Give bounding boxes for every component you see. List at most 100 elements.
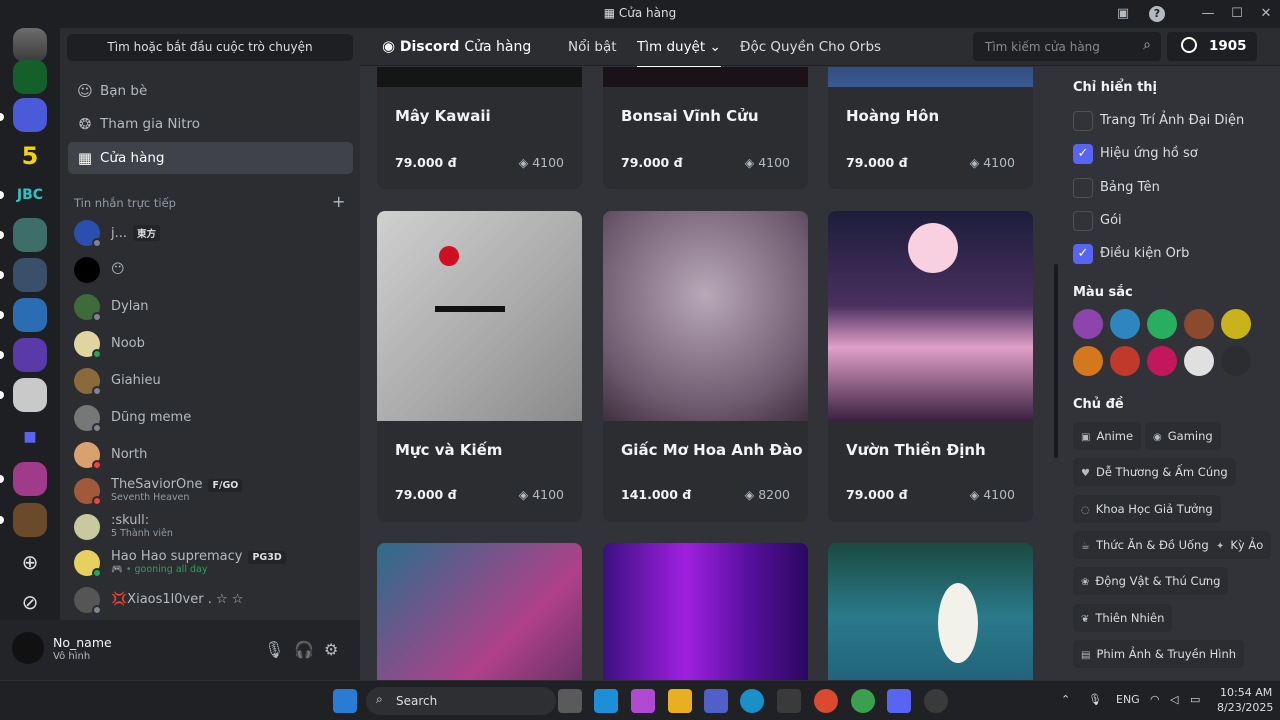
server-icon[interactable]	[13, 338, 47, 372]
theme-tag[interactable]: ♥ Dễ Thương & Ấm Cúng	[1073, 458, 1236, 486]
theme-tag[interactable]: ❦ Thiên Nhiên	[1073, 604, 1173, 632]
color-swatch[interactable]	[1221, 346, 1251, 376]
chrome-icon[interactable]	[814, 689, 838, 713]
filter-checkbox[interactable]: Gói	[1073, 210, 1273, 232]
theme-tag[interactable]: ◉ Gaming	[1145, 422, 1221, 450]
discord-taskbar-icon[interactable]	[887, 689, 911, 713]
color-swatch[interactable]	[1073, 346, 1103, 376]
app-icon[interactable]	[594, 689, 618, 713]
theme-tag[interactable]: ▤ Phim Ảnh & Truyền Hình	[1073, 640, 1245, 668]
folder-icon[interactable]: ■	[13, 420, 47, 454]
shop-logo[interactable]: ◉ Discord Cửa hàng	[382, 37, 531, 55]
dm-item[interactable]: Hao Hao supremacy PG3D 🎮 • gooning all day	[74, 548, 344, 582]
theme-tag[interactable]: ✦ Kỳ Ảo	[1208, 531, 1272, 559]
edge-icon[interactable]	[740, 689, 764, 713]
server-icon[interactable]	[13, 298, 47, 332]
headphones-icon[interactable]: 🎧	[294, 640, 314, 659]
chrome-profile-icon[interactable]	[851, 689, 875, 713]
dm-item[interactable]: Giahieu	[74, 366, 344, 400]
minimize-icon[interactable]: —	[1198, 4, 1218, 24]
add-server-icon[interactable]: ⊕	[13, 545, 47, 579]
copilot-icon[interactable]	[631, 689, 655, 713]
color-swatch[interactable]	[1147, 309, 1177, 339]
tab-featured[interactable]: Nổi bật	[568, 39, 617, 55]
server-icon[interactable]	[13, 98, 47, 132]
shop-card[interactable]	[377, 543, 582, 680]
dm-item[interactable]: Dũng meme	[74, 403, 344, 437]
color-swatch[interactable]	[1184, 346, 1214, 376]
battery-icon[interactable]: ▭	[1190, 693, 1200, 706]
server-icon[interactable]	[13, 258, 47, 292]
filter-checkbox[interactable]: Trang Trí Ảnh Đại Diện	[1073, 110, 1273, 132]
maximize-icon[interactable]: ☐	[1227, 4, 1247, 24]
app-icon[interactable]	[924, 689, 948, 713]
filter-checkbox[interactable]: ✓ Hiệu ứng hồ sơ	[1073, 143, 1273, 165]
dm-item[interactable]: Noob	[74, 329, 344, 363]
orbs-balance[interactable]: 1905	[1167, 32, 1257, 61]
scrollbar[interactable]	[1054, 264, 1058, 458]
shop-card[interactable]: Mực và Kiếm 79.000 đ 4100	[377, 211, 582, 522]
dm-item[interactable]: 😶	[74, 255, 344, 289]
microphone-icon[interactable]: 🎙	[264, 640, 284, 659]
server-icon[interactable]: JBC	[13, 178, 47, 212]
server-icon[interactable]	[13, 28, 47, 62]
dm-item[interactable]: Dylan	[74, 292, 344, 326]
nav-shop[interactable]: ▦ Cửa hàng	[68, 142, 353, 174]
dm-item[interactable]: j... 東方	[74, 218, 344, 252]
shop-card[interactable]: Mây Kawaii 79.000 đ 4100	[377, 67, 582, 189]
dm-item[interactable]: :skull: 5 Thành viên	[74, 512, 344, 546]
server-icon[interactable]	[13, 378, 47, 412]
find-conversation-button[interactable]: Tìm hoặc bắt đầu cuộc trò chuyện	[67, 34, 353, 61]
server-icon[interactable]	[13, 462, 47, 496]
color-swatch[interactable]	[1184, 309, 1214, 339]
shop-card[interactable]: Giấc Mơ Hoa Anh Đào 141.000 đ 8200	[603, 211, 808, 522]
color-swatch[interactable]	[1221, 309, 1251, 339]
color-swatch[interactable]	[1073, 309, 1103, 339]
theme-tag[interactable]: ☕ Thức Ăn & Đồ Uống	[1073, 531, 1217, 559]
shop-search-input[interactable]: Tìm kiếm cửa hàng ⌕	[973, 32, 1161, 61]
help-icon[interactable]: ?	[1149, 6, 1165, 22]
teams-icon[interactable]	[704, 689, 728, 713]
theme-tag[interactable]: ◌ Khoa Học Giả Tưởng	[1073, 495, 1221, 523]
shop-card[interactable]	[828, 543, 1033, 680]
server-icon[interactable]	[13, 503, 47, 537]
theme-tag[interactable]: ❀ Động Vật & Thú Cưng	[1073, 567, 1229, 595]
file-explorer-icon[interactable]	[668, 689, 692, 713]
color-swatch[interactable]	[1147, 346, 1177, 376]
tab-orbs-exclusive[interactable]: Độc Quyền Cho Orbs	[740, 39, 881, 55]
microphone-icon[interactable]: 🎙	[1088, 693, 1102, 706]
server-icon[interactable]: 5	[13, 139, 47, 173]
dm-item[interactable]: North	[74, 440, 344, 474]
clock-time[interactable]: 10:54 AM	[1220, 686, 1272, 699]
close-icon[interactable]: ✕	[1256, 4, 1276, 24]
shop-card[interactable]: Bonsai Vĩnh Cửu 79.000 đ 4100	[603, 67, 808, 189]
chevron-up-icon[interactable]: ⌃	[1061, 693, 1070, 706]
avatar[interactable]	[12, 632, 44, 664]
dm-item[interactable]: TheSaviorOne F/GO Seventh Heaven	[74, 476, 344, 510]
windows-start-icon[interactable]	[333, 689, 357, 713]
clock-date[interactable]: 8/23/2025	[1217, 701, 1273, 714]
shop-card[interactable]: Vườn Thiền Định 79.000 đ 4100	[828, 211, 1033, 522]
tab-browse[interactable]: Tìm duyệt ⌄	[637, 39, 721, 68]
filter-checkbox[interactable]: ✓ Điều kiện Orb	[1073, 243, 1273, 265]
filter-checkbox[interactable]: Bảng Tên	[1073, 177, 1273, 199]
inbox-icon[interactable]: ▣	[1113, 4, 1133, 24]
server-icon[interactable]	[13, 60, 47, 94]
color-swatch[interactable]	[1110, 346, 1140, 376]
create-dm-icon[interactable]: +	[332, 192, 345, 211]
theme-tag[interactable]: ▣ Anime	[1073, 422, 1142, 450]
language-indicator[interactable]: ENG	[1116, 693, 1140, 706]
task-view-icon[interactable]	[558, 689, 582, 713]
shop-card[interactable]	[603, 543, 808, 680]
color-swatch[interactable]	[1110, 309, 1140, 339]
settings-gear-icon[interactable]: ⚙	[324, 640, 338, 659]
nav-friends[interactable]: ☺ Bạn bè	[68, 75, 353, 107]
volume-icon[interactable]: ◁	[1170, 693, 1178, 706]
nav-nitro[interactable]: ❂ Tham gia Nitro	[68, 108, 353, 140]
shop-card[interactable]: Hoàng Hôn 79.000 đ 4100	[828, 67, 1033, 189]
store-icon[interactable]	[777, 689, 801, 713]
server-icon[interactable]	[13, 218, 47, 252]
wifi-icon[interactable]: ◠	[1150, 693, 1160, 706]
dm-item[interactable]: 💢Xiaos1l0ver . ☆ ☆	[74, 585, 344, 619]
taskbar-search[interactable]: ⌕ Search	[366, 687, 556, 715]
